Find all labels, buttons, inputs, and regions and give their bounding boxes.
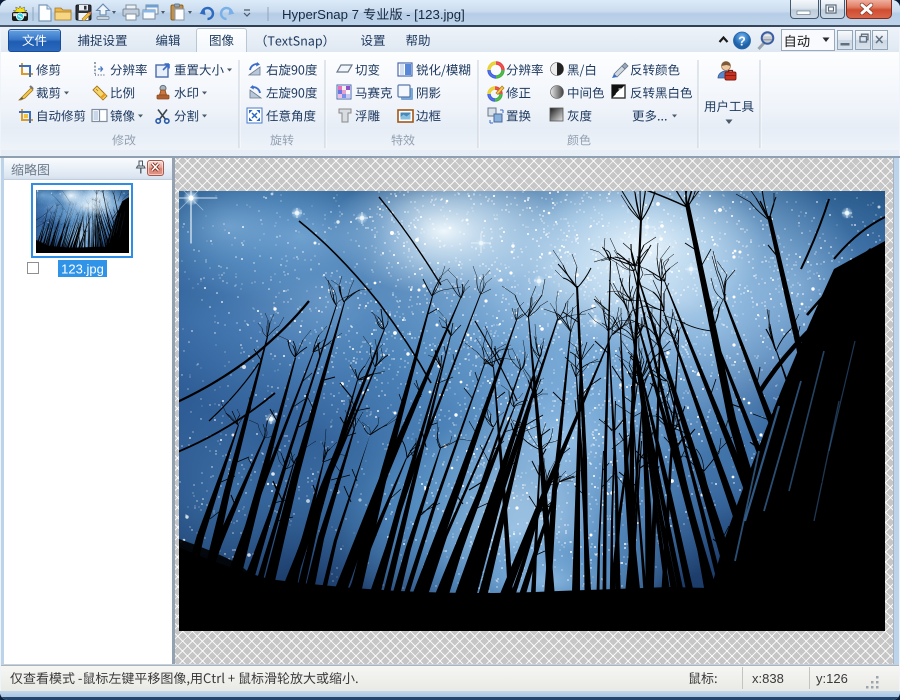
svg-text:y:126: y:126 (816, 671, 848, 686)
svg-text:x:838: x:838 (752, 671, 784, 686)
svg-text:- [123.jpg]: - [123.jpg] (406, 7, 465, 22)
svg-text:?: ? (738, 35, 746, 49)
svg-text:123.jpg: 123.jpg (61, 262, 104, 277)
svg-text:HyperSnap 7: HyperSnap 7 (282, 7, 359, 22)
